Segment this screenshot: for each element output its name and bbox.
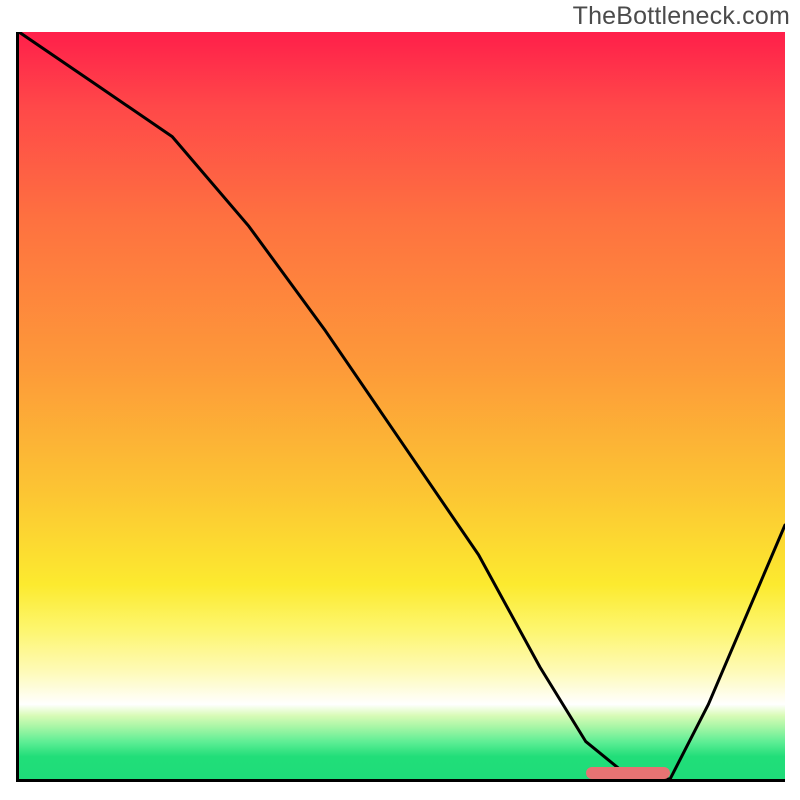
- watermark-text: TheBottleneck.com: [573, 2, 790, 31]
- bottleneck-chart: TheBottleneck.com: [0, 0, 800, 800]
- chart-axes: [16, 32, 785, 782]
- optimal-zone-marker: [586, 767, 670, 779]
